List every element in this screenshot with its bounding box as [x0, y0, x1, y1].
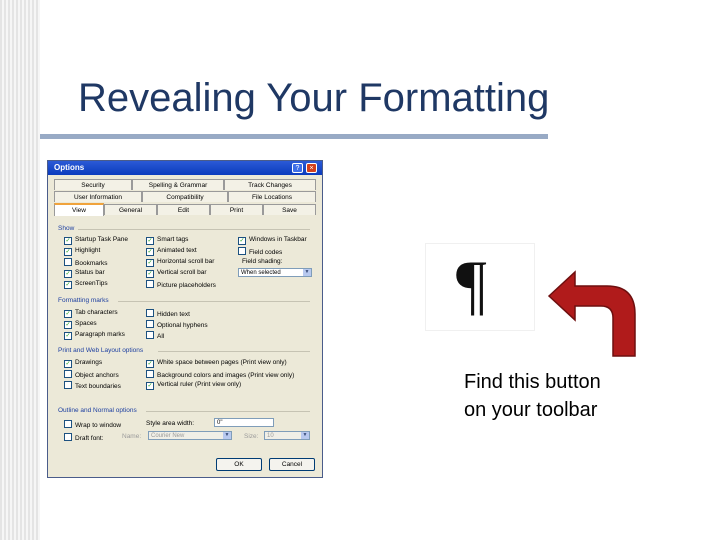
checkmark-icon: ✓ — [64, 360, 72, 368]
checkbox-horizontal-scroll-bar[interactable]: ✓ Horizontal scroll bar — [146, 258, 214, 267]
title-underline — [40, 134, 548, 139]
group-divider — [158, 351, 310, 352]
tab-save[interactable]: Save — [263, 204, 316, 215]
draft-font-size-select[interactable]: 10 ▼ — [264, 431, 310, 440]
checkbox-optional-hyphens[interactable]: Optional hyphens — [146, 320, 208, 329]
draft-font-size-label: Size: — [244, 433, 259, 440]
checkbox-empty-icon — [64, 433, 72, 441]
help-icon[interactable]: ? — [292, 163, 303, 173]
checkbox-empty-icon — [64, 258, 72, 266]
chevron-down-icon: ▼ — [301, 432, 309, 439]
checkbox-picture-placeholders[interactable]: Picture placeholders — [146, 280, 216, 289]
checkbox-empty-icon — [146, 309, 154, 317]
checkbox-empty-icon — [64, 420, 72, 428]
slide-title: Revealing Your Formatting — [78, 76, 550, 120]
checkbox-background-colors[interactable]: Background colors and images (Print view… — [146, 370, 294, 379]
checkbox-vertical-scroll-bar[interactable]: ✓ Vertical scroll bar — [146, 269, 207, 278]
checkmark-icon: ✓ — [146, 382, 154, 390]
checkbox-empty-icon — [146, 320, 154, 328]
checkbox-drawings[interactable]: ✓ Drawings — [64, 359, 102, 368]
tab-security[interactable]: Security — [54, 179, 132, 190]
chevron-down-icon: ▼ — [303, 269, 311, 276]
show-hide-button-image: ¶ — [425, 243, 535, 331]
checkbox-field-codes[interactable]: Field codes — [238, 247, 282, 256]
checkbox-spaces[interactable]: ✓ Spaces — [64, 320, 97, 329]
style-area-width-input[interactable]: 0" — [214, 418, 274, 427]
checkbox-vertical-ruler[interactable]: ✓ Vertical ruler (Print view only) — [146, 381, 241, 390]
group-print-web-label: Print and Web Layout options — [58, 347, 144, 354]
group-formatting-marks-label: Formatting marks — [58, 297, 109, 304]
checkbox-all[interactable]: All — [146, 331, 164, 340]
checkmark-icon: ✓ — [146, 259, 154, 267]
checkbox-empty-icon — [238, 247, 246, 255]
tab-compatibility[interactable]: Compatibility — [142, 191, 228, 202]
checkbox-bookmarks[interactable]: Bookmarks — [64, 258, 108, 267]
checkmark-icon: ✓ — [64, 237, 72, 245]
group-divider — [146, 411, 310, 412]
draft-font-name-select[interactable]: Courier New ▼ — [148, 431, 232, 440]
tab-general[interactable]: General — [104, 204, 157, 215]
field-shading-label: Field shading: — [242, 258, 283, 265]
group-show-label: Show — [58, 225, 75, 232]
checkmark-icon: ✓ — [146, 237, 154, 245]
options-dialog: Options ? × Security Spelling & Grammar … — [47, 160, 323, 478]
group-divider — [78, 229, 310, 230]
tab-print[interactable]: Print — [210, 204, 263, 215]
slide-sidebar-stripes — [0, 0, 40, 540]
dialog-titlebar: Options ? × — [48, 161, 322, 175]
chevron-down-icon: ▼ — [223, 432, 231, 439]
checkmark-icon: ✓ — [238, 237, 246, 245]
caption-text: Find this button on your toolbar — [464, 368, 601, 424]
style-area-width-label: Style area width: — [146, 420, 195, 427]
checkbox-tab-characters[interactable]: ✓ Tab characters — [64, 309, 118, 318]
checkbox-animated-text[interactable]: ✓ Animated text — [146, 247, 197, 256]
arrow-shape — [547, 270, 636, 357]
checkbox-screentips[interactable]: ✓ ScreenTips — [64, 280, 108, 289]
checkmark-icon: ✓ — [64, 332, 72, 340]
checkbox-empty-icon — [146, 280, 154, 288]
draft-font-name-label: Name: — [122, 433, 142, 440]
checkmark-icon: ✓ — [64, 281, 72, 289]
caption-line-2: on your toolbar — [464, 399, 598, 421]
checkbox-empty-icon — [64, 370, 72, 378]
checkmark-icon: ✓ — [146, 248, 154, 256]
checkbox-text-boundaries[interactable]: Text boundaries — [64, 381, 121, 390]
field-shading-select[interactable]: When selected ▼ — [238, 268, 312, 277]
checkmark-icon: ✓ — [64, 321, 72, 329]
tab-user-information[interactable]: User Information — [54, 191, 142, 202]
cancel-button[interactable]: Cancel — [269, 458, 315, 471]
checkbox-highlight[interactable]: ✓ Highlight — [64, 247, 100, 256]
checkbox-status-bar[interactable]: ✓ Status bar — [64, 269, 105, 278]
checkbox-smart-tags[interactable]: ✓ Smart tags — [146, 236, 188, 245]
checkbox-white-space[interactable]: ✓ White space between pages (Print view o… — [146, 359, 287, 368]
dialog-title: Options — [54, 163, 85, 172]
checkbox-paragraph-marks[interactable]: ✓ Paragraph marks — [64, 331, 125, 340]
checkbox-draft-font[interactable]: Draft font: — [64, 433, 104, 442]
checkbox-hidden-text[interactable]: Hidden text — [146, 309, 190, 318]
checkbox-startup-task-pane[interactable]: ✓ Startup Task Pane — [64, 236, 128, 245]
checkbox-empty-icon — [146, 370, 154, 378]
caption-line-1: Find this button — [464, 371, 601, 393]
checkmark-icon: ✓ — [64, 310, 72, 318]
tab-edit[interactable]: Edit — [157, 204, 210, 215]
tab-track-changes[interactable]: Track Changes — [224, 179, 316, 190]
tab-view[interactable]: View — [54, 203, 104, 216]
close-icon[interactable]: × — [306, 163, 317, 173]
checkmark-icon: ✓ — [146, 270, 154, 278]
checkbox-wrap-to-window[interactable]: Wrap to window — [64, 420, 121, 429]
checkmark-icon: ✓ — [64, 248, 72, 256]
checkmark-icon: ✓ — [64, 270, 72, 278]
ok-button[interactable]: OK — [216, 458, 262, 471]
checkbox-empty-icon — [64, 381, 72, 389]
curved-arrow-icon — [547, 270, 636, 357]
checkbox-object-anchors[interactable]: Object anchors — [64, 370, 119, 379]
group-divider — [118, 301, 310, 302]
pilcrow-icon: ¶ — [456, 246, 487, 322]
checkbox-empty-icon — [146, 331, 154, 339]
checkmark-icon: ✓ — [146, 360, 154, 368]
checkbox-windows-in-taskbar[interactable]: ✓ Windows in Taskbar — [238, 236, 307, 245]
group-outline-normal-label: Outline and Normal options — [58, 407, 137, 414]
tab-file-locations[interactable]: File Locations — [228, 191, 316, 202]
tab-spelling-grammar[interactable]: Spelling & Grammar — [132, 179, 224, 190]
